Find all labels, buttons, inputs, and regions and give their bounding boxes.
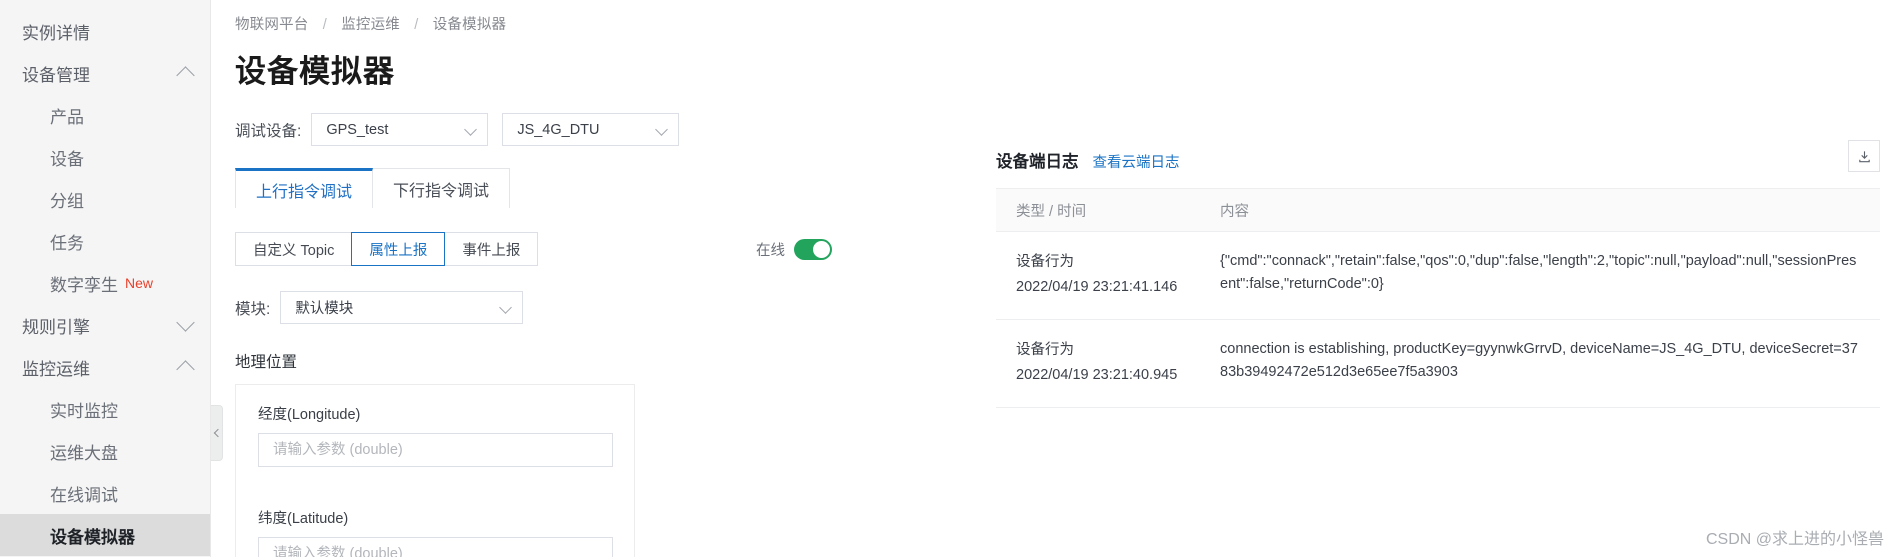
- breadcrumb-item-platform[interactable]: 物联网平台: [235, 17, 309, 33]
- chevron-left-icon: [213, 428, 222, 438]
- module-select[interactable]: 默认模块: [280, 291, 524, 324]
- log-content: connection is establishing, productKey=g…: [1220, 340, 1858, 380]
- sidebar-item-label: 任务: [50, 233, 84, 253]
- device-log-table: 类型 / 时间 内容 设备行为 2022/04/19 23:21:41.146 …: [996, 188, 1880, 408]
- product-select-value: GPS_test: [326, 121, 389, 138]
- breadcrumb-item-monitoring[interactable]: 监控运维: [341, 17, 400, 33]
- watermark: CSDN @求上进的小怪兽: [1705, 531, 1884, 548]
- chevron-up-icon: [176, 66, 195, 85]
- latitude-label: 纬度(Latitude): [258, 511, 349, 527]
- breadcrumb-separator: /: [414, 17, 419, 33]
- sidebar-item-label: 在线调试: [50, 485, 118, 505]
- log-time: 2022/04/19 23:21:40.945: [1016, 367, 1178, 384]
- log-type: 设备行为: [1016, 341, 1074, 358]
- sidebar-item-device-simulator[interactable]: 设备模拟器: [0, 514, 210, 556]
- sidebar-item-realtime-monitor[interactable]: 实时监控: [0, 388, 210, 430]
- sidebar-item-label: 数字孪生: [50, 275, 118, 295]
- log-time: 2022/04/19 23:21:41.146: [1016, 279, 1178, 296]
- report-type-segmented: 自定义 Topic 属性上报 事件上报: [235, 232, 539, 266]
- log-content: {"cmd":"connack","retain":false,"qos":0,…: [1220, 253, 1857, 293]
- sidebar-item-product[interactable]: 产品: [0, 94, 210, 136]
- export-icon: [1858, 150, 1870, 162]
- product-select[interactable]: GPS_test: [311, 113, 489, 146]
- device-log-header: 设备端日志 查看云端日志: [996, 140, 1880, 172]
- table-header-row: 类型 / 时间 内容: [996, 189, 1880, 232]
- tab-uplink-debug[interactable]: 上行指令调试: [235, 168, 374, 208]
- sidebar-item-instance-detail[interactable]: 实例详情: [0, 10, 210, 52]
- geo-section-title: 地理位置: [235, 354, 298, 371]
- chevron-down-icon: [464, 123, 478, 136]
- breadcrumb-separator: /: [322, 17, 327, 33]
- sidebar-item-label: 产品: [50, 107, 84, 127]
- device-selector-label: 调试设备:: [235, 122, 302, 140]
- segment-event-report[interactable]: 事件上报: [444, 232, 539, 266]
- sidebar-group-rule-engine[interactable]: 规则引擎: [0, 304, 210, 346]
- log-type: 设备行为: [1016, 254, 1074, 270]
- log-type-time-cell: 设备行为 2022/04/19 23:21:40.945: [996, 338, 1220, 389]
- online-toggle[interactable]: [794, 238, 832, 260]
- uplink-panel: 自定义 Topic 属性上报 事件上报 在线 模块: 默认模块 地理位置 经度(…: [235, 232, 832, 557]
- log-type-time-cell: 设备行为 2022/04/19 23:21:41.146: [996, 250, 1220, 301]
- sidebar-item-label: 实例详情: [22, 23, 90, 43]
- segment-custom-topic[interactable]: 自定义 Topic: [235, 232, 353, 266]
- sidebar-item-label: 设备: [50, 149, 84, 169]
- chevron-down-icon: [176, 313, 195, 332]
- sidebar-item-label: 设备管理: [22, 65, 90, 85]
- online-toggle-label: 在线: [756, 242, 785, 259]
- app-root: 实例详情 设备管理 产品 设备 分组 任务 数字孪生 New 规则引擎 监控运维: [0, 0, 1898, 557]
- module-select-value: 默认模块: [295, 301, 354, 317]
- sidebar-item-task[interactable]: 任务: [0, 220, 210, 262]
- new-badge: New: [125, 275, 154, 291]
- column-header-type-time: 类型 / 时间: [1016, 203, 1087, 220]
- page-title: 设备模拟器: [235, 54, 395, 89]
- device-select-value: JS_4G_DTU: [517, 121, 600, 138]
- view-cloud-log-link[interactable]: 查看云端日志: [1093, 151, 1180, 172]
- longitude-input[interactable]: [258, 433, 613, 467]
- module-row: 模块: 默认模块: [235, 291, 635, 324]
- online-toggle-wrap: 在线: [756, 238, 832, 260]
- export-log-button[interactable]: [1848, 140, 1880, 172]
- sidebar-item-device[interactable]: 设备: [0, 136, 210, 178]
- longitude-label: 经度(Longitude): [258, 407, 361, 423]
- device-selector-row: 调试设备: GPS_test JS_4G_DTU: [235, 113, 1898, 146]
- sidebar-item-group[interactable]: 分组: [0, 178, 210, 220]
- sidebar-group-device-management[interactable]: 设备管理: [0, 52, 210, 94]
- sidebar-item-label: 运维大盘: [50, 443, 118, 463]
- sidebar-group-monitoring[interactable]: 监控运维: [0, 346, 210, 388]
- report-type-row: 自定义 Topic 属性上报 事件上报 在线: [235, 232, 832, 266]
- device-select[interactable]: JS_4G_DTU: [502, 113, 680, 146]
- toggle-knob: [813, 240, 830, 258]
- sidebar-item-ops-dashboard[interactable]: 运维大盘: [0, 430, 210, 472]
- sidebar-item-digital-twin[interactable]: 数字孪生 New: [0, 262, 210, 304]
- sidebar-item-label: 分组: [50, 191, 84, 211]
- main-content: 物联网平台 / 监控运维 / 设备模拟器 设备模拟器 调试设备: GPS_tes…: [211, 0, 1898, 557]
- latitude-input[interactable]: [258, 537, 613, 557]
- sidebar-item-label: 实时监控: [50, 401, 118, 421]
- sidebar-collapse-handle[interactable]: [211, 405, 223, 461]
- geo-form-card: 经度(Longitude) 纬度(Latitude): [235, 384, 635, 557]
- segment-property-report[interactable]: 属性上报: [351, 232, 446, 266]
- module-label: 模块:: [235, 300, 271, 318]
- sidebar-item-label: 设备模拟器: [50, 527, 135, 547]
- tab-downlink-debug[interactable]: 下行指令调试: [373, 168, 511, 208]
- breadcrumb-item-current: 设备模拟器: [432, 17, 507, 33]
- sidebar-item-online-debug[interactable]: 在线调试: [0, 472, 210, 514]
- column-header-content: 内容: [1220, 203, 1249, 220]
- device-log-title: 设备端日志: [996, 153, 1079, 171]
- breadcrumb: 物联网平台 / 监控运维 / 设备模拟器: [235, 13, 1898, 34]
- sidebar-item-label: 规则引擎: [22, 317, 90, 337]
- chevron-down-icon: [499, 301, 513, 314]
- chevron-down-icon: [655, 123, 669, 136]
- sidebar-item-label: 监控运维: [22, 359, 90, 379]
- device-log-panel: 设备端日志 查看云端日志 类型 / 时间 内容 设备行为 2022/04/19 …: [996, 140, 1880, 408]
- sidebar: 实例详情 设备管理 产品 设备 分组 任务 数字孪生 New 规则引擎 监控运维: [0, 0, 211, 557]
- table-row: 设备行为 2022/04/19 23:21:40.945 connection …: [996, 320, 1880, 408]
- table-row: 设备行为 2022/04/19 23:21:41.146 {"cmd":"con…: [996, 232, 1880, 320]
- chevron-up-icon: [176, 360, 195, 379]
